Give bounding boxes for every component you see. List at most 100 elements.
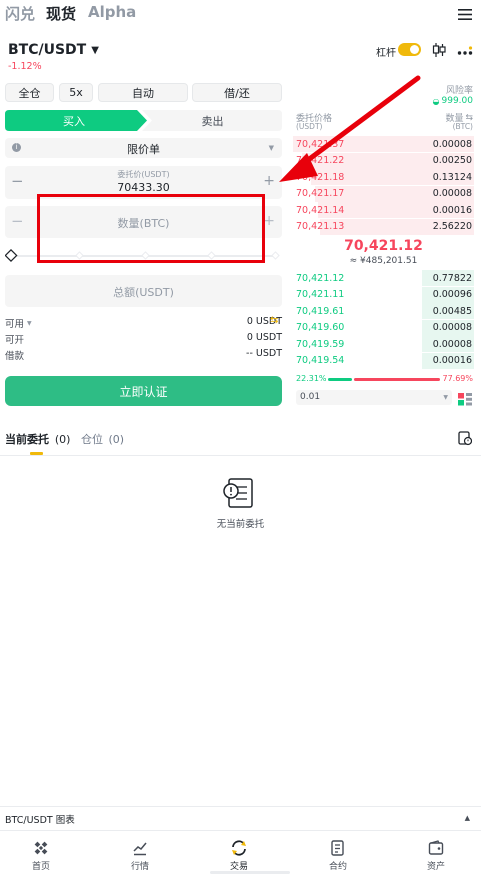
candlestick-icon[interactable] xyxy=(432,42,446,62)
order-type-select[interactable]: i 限价单 ▼ xyxy=(5,138,282,158)
price-change: -1.12% xyxy=(8,61,42,72)
available-label: 可用 ▼ xyxy=(5,316,32,330)
orderbook-layout-icon[interactable] xyxy=(458,391,472,410)
price-input[interactable]: 70433.30 xyxy=(5,181,282,194)
orderbook-price: 70,419.60 xyxy=(296,322,345,333)
futures-document-icon xyxy=(331,840,344,856)
orderbook-row[interactable]: 70,421.22 0.00250 xyxy=(293,152,474,169)
balance-label: 可用 xyxy=(5,319,25,330)
nav-label: 合约 xyxy=(328,862,347,872)
tab-alpha[interactable]: Alpha xyxy=(88,3,136,21)
verify-button[interactable]: 立即认证 xyxy=(5,376,282,406)
orderbook-price: 70,419.54 xyxy=(296,355,345,366)
orderbook-qty: 0.13124 xyxy=(432,171,472,183)
total-field[interactable]: 总额(USDT) xyxy=(5,275,282,307)
orderbook-price: 70,419.59 xyxy=(296,338,345,350)
orderbook-price: 70,421.17 xyxy=(296,188,345,199)
chart-toggle-bar[interactable]: BTC/USDT 图表 ▲ xyxy=(0,807,481,830)
order-history-icon[interactable] xyxy=(458,431,473,450)
price-col-unit: (USDT) xyxy=(296,122,323,131)
empty-document-icon xyxy=(220,476,256,514)
tab-open-orders[interactable]: 当前委托 (0) xyxy=(5,431,70,447)
caret-down-icon: ▼ xyxy=(268,144,274,152)
risk-label: 风险率 xyxy=(445,86,473,96)
nav-home[interactable]: 首页 xyxy=(11,840,71,872)
total-input[interactable]: 总额(USDT) xyxy=(5,284,282,300)
binance-home-icon xyxy=(34,841,48,855)
caret-down-icon: ▼ xyxy=(91,44,99,56)
orderbook-row[interactable]: 70,419.54 0.00016 xyxy=(293,352,474,369)
trade-swap-icon xyxy=(232,840,246,856)
orderbook-qty: 0.00485 xyxy=(432,305,472,317)
sell-ratio: 77.69% xyxy=(442,374,473,383)
orderbook-qty: 2.56220 xyxy=(432,221,472,232)
orderbook-row[interactable]: 70,419.60 0.00008 xyxy=(293,319,474,336)
tab-positions[interactable]: 仓位 (0) xyxy=(81,431,124,447)
orderbook-row[interactable]: 70,421.37 0.00008 xyxy=(293,136,474,152)
plus-icon[interactable]: + xyxy=(263,213,275,229)
more-icon[interactable] xyxy=(457,43,473,62)
orderbook-price: 70,421.12 xyxy=(296,272,345,284)
orderbook-qty: 0.00016 xyxy=(432,204,472,216)
plus-icon[interactable]: + xyxy=(263,173,275,189)
orderbook-row[interactable]: 70,419.59 0.00008 xyxy=(293,336,474,352)
sell-tab[interactable]: 卖出 xyxy=(143,110,282,131)
buy-tab[interactable]: 买入 xyxy=(5,110,143,131)
positions-count: (0) xyxy=(108,433,125,446)
orderbook-row[interactable]: 70,421.13 2.56220 xyxy=(293,218,474,235)
orderbook-price: 70,421.14 xyxy=(296,204,345,216)
leverage-toggle[interactable] xyxy=(398,43,421,56)
caret-down-icon: ▼ xyxy=(443,394,448,401)
orderbook-row[interactable]: 70,421.11 0.00096 xyxy=(293,286,474,303)
margin-mode-button[interactable]: 全仓 xyxy=(5,83,54,102)
risk-number: 999.00 xyxy=(441,96,474,106)
nav-assets[interactable]: 资产 xyxy=(406,840,466,872)
tab-convert[interactable]: 闪兑 xyxy=(5,3,35,24)
buy-ratio: 22.31% xyxy=(296,374,327,383)
caret-down-icon: ▼ xyxy=(27,319,32,327)
orderbook-price: 70,421.13 xyxy=(296,221,345,232)
transfer-icon[interactable]: ⇆ xyxy=(270,315,278,326)
swap-icon: ⇆ xyxy=(465,112,473,123)
wallet-icon xyxy=(428,840,444,855)
orderbook-qty: 0.00008 xyxy=(432,138,472,150)
tab-spot[interactable]: 现货 xyxy=(46,3,76,24)
nav-trade[interactable]: 交易 xyxy=(209,840,269,872)
nav-markets[interactable]: 行情 xyxy=(110,840,170,872)
leverage-label: 杠杆 xyxy=(376,48,396,59)
borrow-repay-button[interactable]: 借/还 xyxy=(192,83,282,102)
orderbook-row[interactable]: 70,419.61 0.00485 xyxy=(293,303,474,319)
nav-label: 首页 xyxy=(31,862,50,872)
ratio-bar-sell xyxy=(354,378,440,381)
pair-selector[interactable]: BTC/USDT ▼ xyxy=(8,42,99,58)
ratio-bar-buy xyxy=(328,378,352,381)
orderbook-row[interactable]: 70,421.12 0.77822 xyxy=(293,270,474,286)
pair-symbol: BTC/USDT xyxy=(8,42,87,58)
orderbook-qty: 0.00008 xyxy=(432,188,472,199)
ratio-bar xyxy=(328,378,440,381)
leverage-multiplier-button[interactable]: 5x xyxy=(59,83,93,102)
order-type-label: 限价单 xyxy=(127,143,160,156)
menu-icon[interactable] xyxy=(458,6,472,25)
orderbook-row[interactable]: 70,421.18 0.13124 xyxy=(293,169,474,185)
price-field-label: 委托价(USDT) xyxy=(117,170,170,179)
chart-bar-label: BTC/USDT 图表 xyxy=(5,815,75,826)
annotation-arrow xyxy=(279,75,421,182)
orderbook-row[interactable]: 70,421.14 0.00016 xyxy=(293,202,474,218)
orderbook-price: 70,421.11 xyxy=(296,289,345,300)
auto-borrow-button[interactable]: 自动 xyxy=(98,83,188,102)
precision-select[interactable]: 0.01 ▼ xyxy=(296,390,452,405)
nav-label: 行情 xyxy=(130,862,149,872)
open-orders-label: 当前委托 xyxy=(5,433,49,446)
nav-label: 资产 xyxy=(426,862,445,872)
nav-futures[interactable]: 合约 xyxy=(308,840,368,872)
orderbook-qty: 0.00008 xyxy=(432,322,472,333)
orderbook-row[interactable]: 70,421.17 0.00008 xyxy=(293,185,474,202)
chart-trend-icon xyxy=(133,842,147,856)
borrowed-value: -- USDT xyxy=(246,348,282,359)
mid-price: 70,421.12 xyxy=(344,238,423,254)
annotation-highlight-box xyxy=(37,194,265,263)
positions-label: 仓位 xyxy=(81,433,103,446)
orderbook-price: 70,421.22 xyxy=(296,155,345,166)
orderbook-qty: 0.00250 xyxy=(432,155,472,166)
